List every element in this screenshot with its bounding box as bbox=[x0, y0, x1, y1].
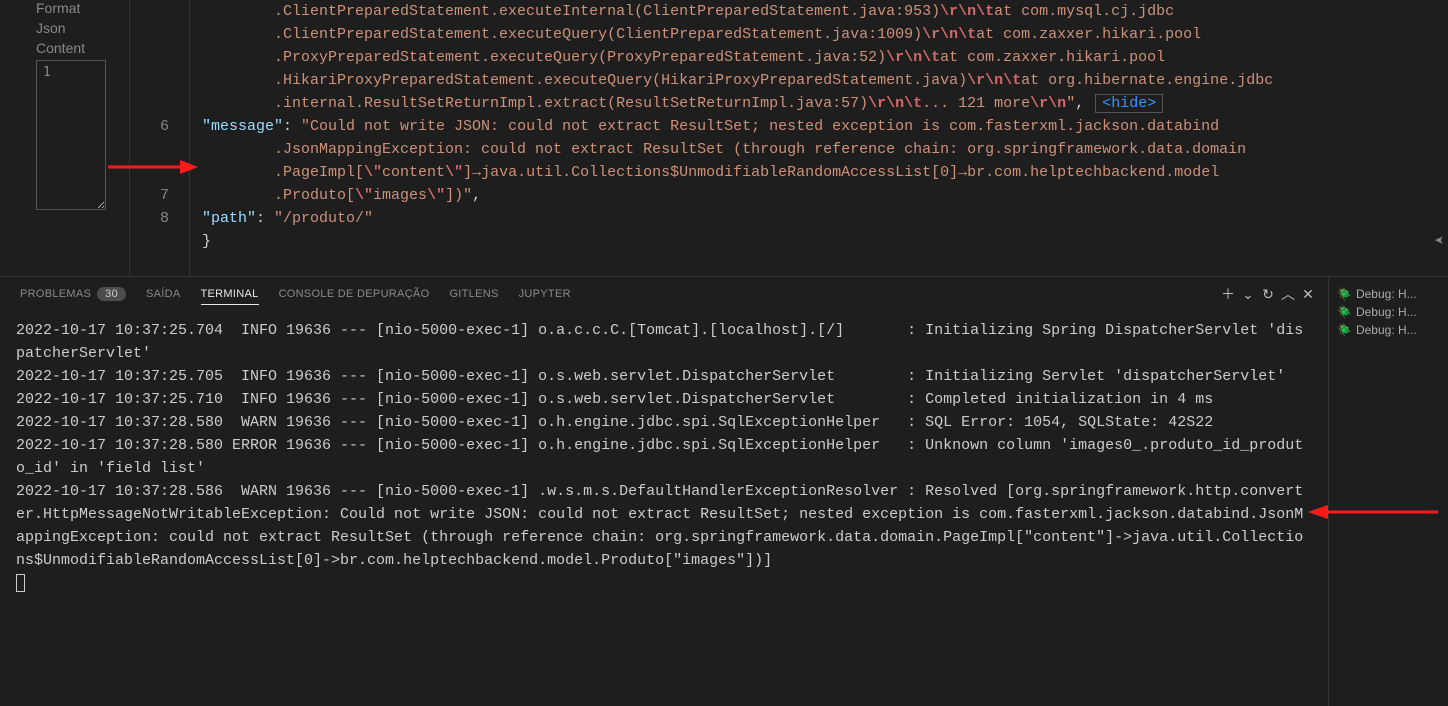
format-label: Format bbox=[36, 0, 121, 16]
json-editor[interactable]: 6 7 8 .ClientPreparedStatement.executeIn… bbox=[130, 0, 1448, 276]
json-label: Json bbox=[36, 20, 121, 36]
content-label: Content bbox=[36, 40, 121, 56]
debug-session-2[interactable]: 🪲Debug: H... bbox=[1333, 321, 1448, 339]
bug-icon: 🪲 bbox=[1337, 287, 1352, 301]
chevron-up-icon[interactable]: ︿ bbox=[1278, 284, 1298, 304]
debug-session-0[interactable]: 🪲Debug: H... bbox=[1333, 285, 1448, 303]
new-terminal-icon[interactable]: ＋ bbox=[1218, 284, 1238, 304]
content-textarea[interactable]: 1 bbox=[36, 60, 106, 210]
line-gutter: 6 7 8 bbox=[130, 0, 190, 276]
close-icon[interactable]: ✕ bbox=[1298, 286, 1318, 303]
bug-icon: 🪲 bbox=[1337, 323, 1352, 337]
http-client-sidebar: Format Json Content 1 bbox=[0, 0, 130, 276]
tab-terminal[interactable]: TERMINAL bbox=[191, 277, 269, 311]
terminal-sessions: 🪲Debug: H... 🪲Debug: H... 🪲Debug: H... bbox=[1328, 277, 1448, 706]
cursor-icon: ➤ bbox=[1434, 231, 1444, 251]
reload-icon[interactable]: ↻ bbox=[1258, 286, 1278, 303]
tab-jupyter[interactable]: JUPYTER bbox=[509, 277, 581, 311]
panel-tabs: PROBLEMAS30 SAÍDA TERMINAL CONSOLE DE DE… bbox=[0, 277, 1328, 311]
tab-debug-console[interactable]: CONSOLE DE DEPURAÇÃO bbox=[269, 277, 440, 311]
bug-icon: 🪲 bbox=[1337, 305, 1352, 319]
problems-badge: 30 bbox=[97, 287, 126, 301]
code-area[interactable]: .ClientPreparedStatement.executeInternal… bbox=[190, 0, 1448, 276]
hide-link[interactable]: <hide> bbox=[1095, 94, 1163, 113]
debug-session-1[interactable]: 🪲Debug: H... bbox=[1333, 303, 1448, 321]
chevron-down-icon[interactable]: ⌄ bbox=[1238, 286, 1258, 303]
tab-gitlens[interactable]: GITLENS bbox=[439, 277, 508, 311]
tab-output[interactable]: SAÍDA bbox=[136, 277, 191, 311]
tab-problems[interactable]: PROBLEMAS30 bbox=[10, 277, 136, 311]
terminal-output[interactable]: 2022-10-17 10:37:25.704 INFO 19636 --- [… bbox=[0, 311, 1328, 706]
